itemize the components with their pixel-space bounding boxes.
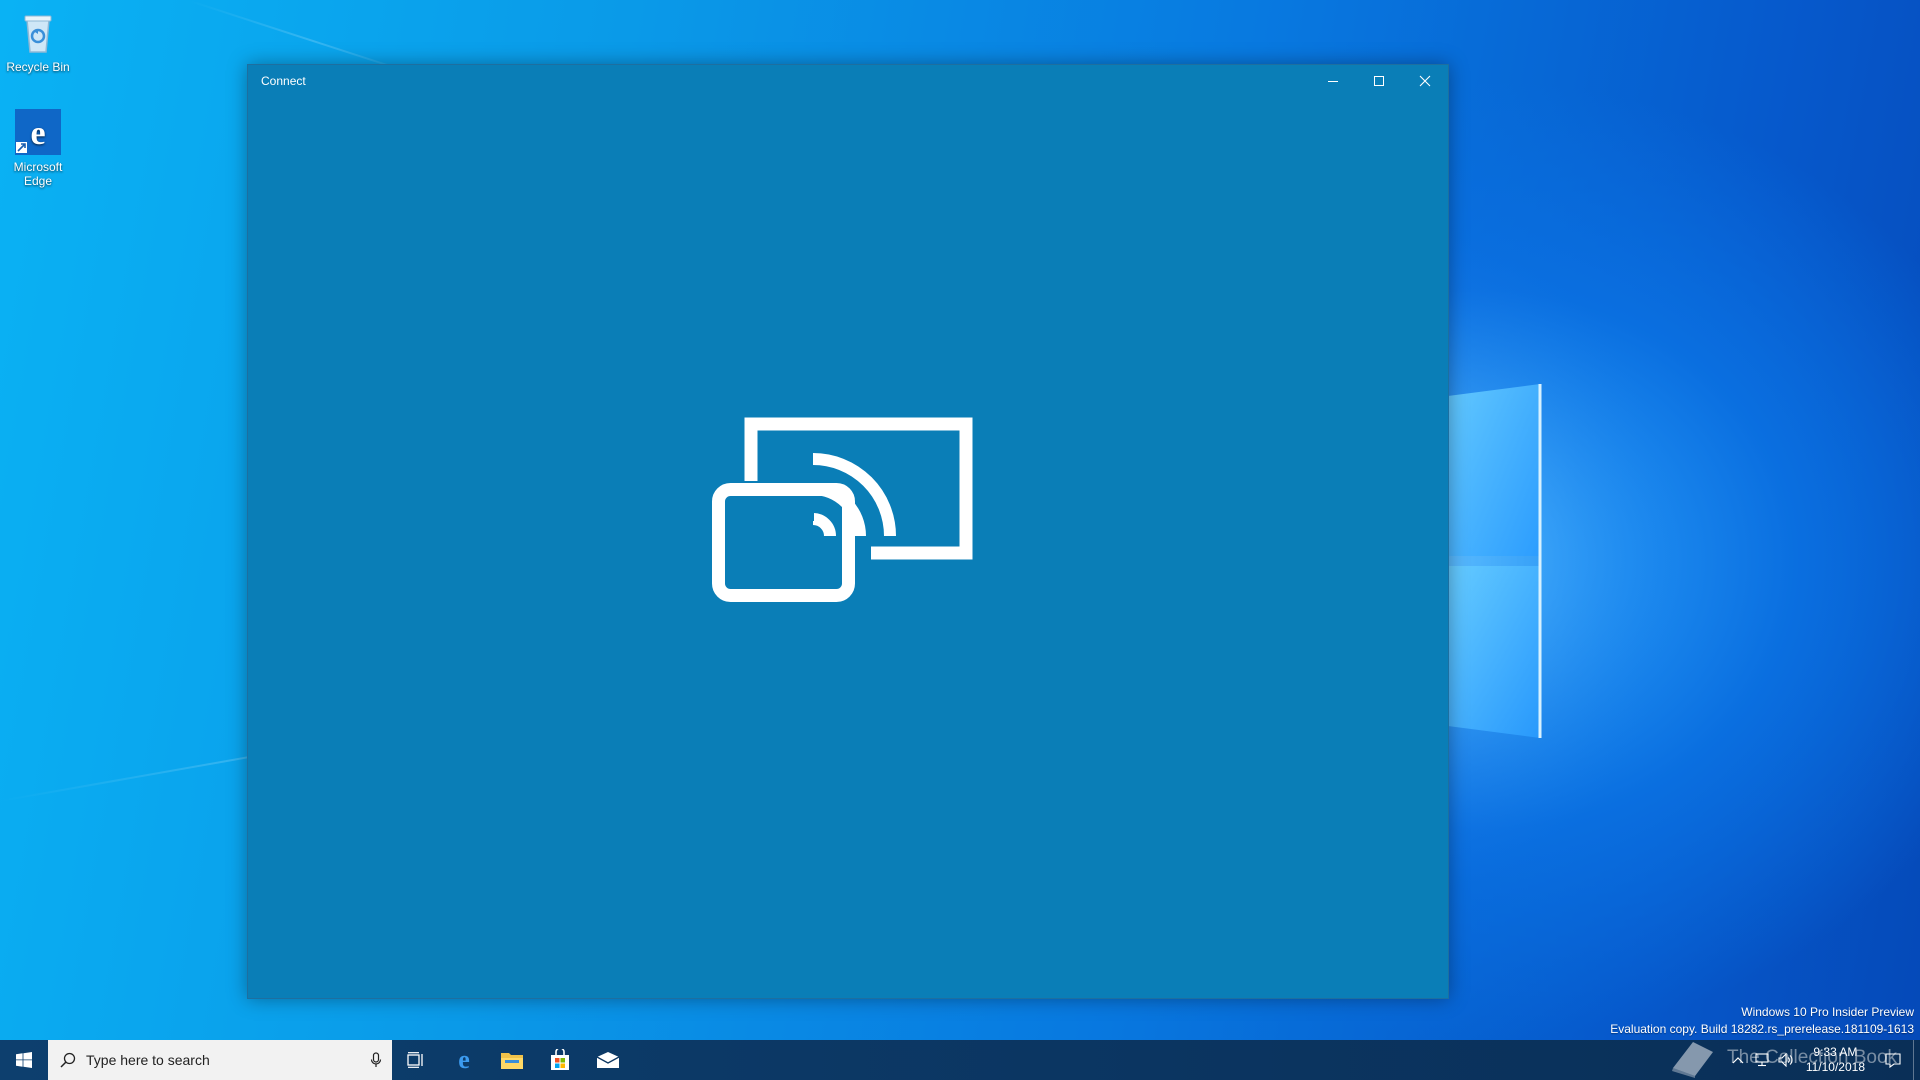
windows-logo-icon xyxy=(16,1052,32,1068)
watermark-line2: Evaluation copy. Build 18282.rs_prerelea… xyxy=(1610,1022,1914,1036)
start-button[interactable] xyxy=(0,1040,48,1080)
taskbar-file-explorer-button[interactable] xyxy=(488,1040,536,1080)
volume-icon xyxy=(1778,1053,1793,1067)
recycle-bin-label: Recycle Bin xyxy=(6,60,70,74)
store-icon xyxy=(551,1049,569,1070)
edge-label: Microsoft Edge xyxy=(13,160,63,188)
file-explorer-icon xyxy=(501,1053,523,1069)
taskbar: Type here to search e 9:33 AM 11/10/2018 xyxy=(0,1040,1920,1080)
edge-icon: e xyxy=(14,108,62,156)
maximize-button[interactable] xyxy=(1356,65,1402,97)
clock-date: 11/10/2018 xyxy=(1805,1060,1865,1074)
show-hidden-icons-button[interactable] xyxy=(1726,1040,1750,1080)
search-icon xyxy=(60,1052,76,1068)
edge-icon: e xyxy=(458,1048,470,1072)
minimize-icon xyxy=(1328,81,1338,82)
connect-window[interactable]: Connect xyxy=(247,64,1449,999)
svg-text:e: e xyxy=(458,1048,470,1072)
window-title: Connect xyxy=(261,74,306,88)
taskbar-mail-button[interactable] xyxy=(584,1040,632,1080)
network-icon xyxy=(1755,1053,1769,1067)
desktop: Recycle Bin e Microsoft Edge Connect Win… xyxy=(0,0,1920,1080)
minimize-button[interactable] xyxy=(1310,65,1356,97)
show-desktop-button[interactable] xyxy=(1913,1040,1920,1080)
chevron-up-icon xyxy=(1732,1057,1744,1064)
project-connect-icon xyxy=(712,417,973,602)
taskbar-store-button[interactable] xyxy=(536,1040,584,1080)
title-bar[interactable]: Connect xyxy=(248,65,1448,97)
task-view-button[interactable] xyxy=(392,1040,440,1080)
close-icon xyxy=(1419,75,1431,87)
action-center-icon xyxy=(1885,1053,1901,1068)
desktop-icon-edge[interactable]: e Microsoft Edge xyxy=(0,108,76,188)
maximize-icon xyxy=(1374,76,1384,86)
desktop-icon-recycle-bin[interactable]: Recycle Bin xyxy=(0,8,76,74)
mail-icon xyxy=(596,1052,620,1068)
taskbar-search[interactable]: Type here to search xyxy=(48,1040,392,1080)
evaluation-watermark: Windows 10 Pro Insider Preview Evaluatio… xyxy=(1610,1004,1914,1038)
taskbar-clock[interactable]: 9:33 AM 11/10/2018 xyxy=(1798,1045,1873,1075)
action-center-button[interactable] xyxy=(1873,1040,1913,1080)
svg-text:e: e xyxy=(30,115,45,152)
system-tray: 9:33 AM 11/10/2018 xyxy=(1726,1040,1920,1080)
taskbar-edge-button[interactable]: e xyxy=(440,1040,488,1080)
clock-time: 9:33 AM xyxy=(1813,1045,1858,1059)
network-button[interactable] xyxy=(1750,1040,1774,1080)
volume-button[interactable] xyxy=(1774,1040,1798,1080)
task-view-icon xyxy=(407,1052,423,1068)
microphone-icon[interactable] xyxy=(370,1052,382,1068)
recycle-bin-icon xyxy=(14,8,62,56)
watermark-line1: Windows 10 Pro Insider Preview xyxy=(1741,1005,1914,1019)
close-button[interactable] xyxy=(1402,65,1448,97)
search-placeholder: Type here to search xyxy=(86,1052,210,1068)
